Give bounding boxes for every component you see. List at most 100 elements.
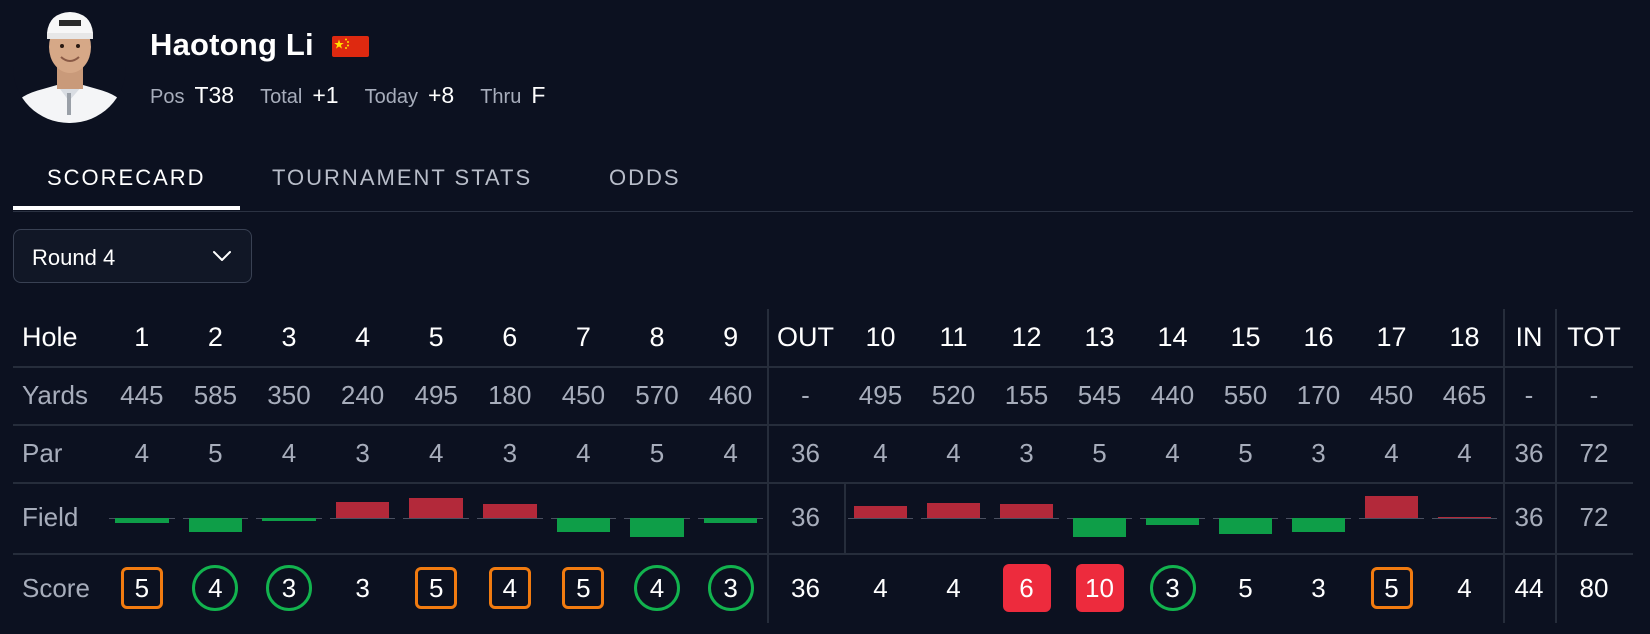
cell-score: 44 [1514, 572, 1544, 603]
player-avatar [13, 9, 126, 123]
score-hole-2: 4 [192, 565, 239, 611]
scorecard-row-score: Score 5 4 3 3 5 4 5 4 3 36 4 4 6 10 3 5 3 5 4 44 80 [13, 553, 1633, 623]
cell-par: 5 [649, 437, 665, 468]
score-hole-7: 5 [562, 567, 605, 609]
column-divider [1555, 309, 1557, 623]
score-hole-5: 5 [415, 567, 458, 609]
cell-yards: 545 [1077, 379, 1122, 410]
cell-par: 3 [355, 437, 370, 468]
cell-par: 36 [791, 437, 820, 468]
cell-hole: 13 [1084, 322, 1115, 352]
score-hole-13: 10 [1075, 564, 1124, 612]
field-bar [927, 503, 980, 518]
cell-hole: 17 [1376, 322, 1407, 352]
cell-par: 3 [1311, 437, 1326, 468]
tab-tournament-stats[interactable]: TOURNAMENT STATS [272, 165, 532, 191]
tab-bar: SCORECARD TOURNAMENT STATS ODDS [13, 158, 1633, 212]
round-select[interactable]: Round 4 [13, 229, 252, 283]
scorecard-row-hole: Hole 1 2 3 4 5 6 7 8 9 OUT 10 11 12 13 14 15 16 17 18 IN TOT [13, 309, 1633, 368]
row-label-score: Score [22, 572, 90, 603]
cell-hole: 9 [723, 322, 739, 352]
field-bar-17 [1355, 482, 1428, 553]
cell-yards: 450 [1369, 379, 1414, 410]
pos-value: T38 [194, 82, 235, 108]
cell-yards: 460 [708, 379, 753, 410]
cell-yards: 445 [120, 379, 164, 410]
cell-score: 4 [1428, 553, 1501, 623]
field-bar-15 [1209, 482, 1282, 553]
player-stats: Pos T38 Total +1 Today +8 Thru F [150, 82, 571, 109]
score-hole-8: 4 [633, 565, 680, 611]
active-tab-indicator [13, 206, 240, 210]
today-label: Today [364, 86, 418, 108]
cell-score: 3 [252, 553, 326, 623]
cell-hole: 6 [502, 322, 518, 352]
cell-hole: 15 [1230, 322, 1261, 352]
thru-value: F [531, 82, 546, 108]
china-flag-icon [332, 36, 369, 57]
field-bar [1365, 496, 1418, 518]
field-bar-11 [917, 482, 990, 553]
row-label-hole: Hole [22, 322, 78, 352]
field-bar [1146, 518, 1199, 525]
field-bar [483, 504, 537, 518]
cell-yards: 570 [635, 379, 679, 410]
cell-par: 5 [1092, 437, 1107, 468]
tab-scorecard[interactable]: SCORECARD [47, 165, 206, 191]
cell-par: 4 [134, 437, 150, 468]
field-bar-8 [620, 482, 694, 553]
cell-par: 4 [1384, 437, 1399, 468]
cell-yards: 465 [1442, 379, 1487, 410]
cell-score: 36 [791, 572, 820, 603]
field-bar-3 [252, 482, 326, 553]
cell-par: 72 [1579, 437, 1609, 468]
cell-field: 36 [791, 502, 820, 532]
cell-par: 4 [946, 437, 961, 468]
cell-hole: 16 [1303, 322, 1334, 352]
cell-hole: 5 [428, 322, 444, 352]
field-axis-line [1359, 518, 1424, 519]
cell-yards: - [1589, 379, 1599, 410]
scorecard-row-par: Par 4 5 4 3 4 3 4 5 4 36 4 4 3 5 4 5 3 4 4 36 72 [13, 424, 1633, 484]
field-bar [115, 518, 169, 524]
cell-score: 5 [547, 553, 621, 623]
cell-yards: 450 [561, 379, 606, 410]
field-bar [262, 518, 316, 521]
column-divider [1503, 309, 1505, 623]
field-bar-5 [399, 482, 473, 553]
score-hole-1: 5 [120, 567, 163, 609]
cell-score: 10 [1063, 553, 1136, 623]
field-axis-line [477, 518, 543, 519]
cell-hole: TOT [1567, 322, 1621, 352]
cell-yards: 585 [193, 379, 238, 410]
score-hole-17: 5 [1370, 567, 1413, 609]
tab-odds[interactable]: ODDS [609, 165, 681, 191]
total-value: +1 [312, 82, 339, 108]
cell-hole: 10 [865, 322, 896, 352]
field-bar-9 [694, 482, 768, 553]
cell-yards: 440 [1150, 379, 1195, 410]
field-bar [854, 505, 907, 518]
cell-hole: 3 [281, 322, 297, 352]
score-hole-11: 4 [946, 572, 961, 603]
score-hole-3: 3 [265, 565, 312, 611]
field-bar [1219, 518, 1272, 535]
cell-hole: OUT [777, 322, 834, 352]
field-bar-13 [1063, 482, 1136, 553]
cell-yards: 550 [1223, 379, 1268, 410]
cell-yards: 180 [488, 379, 532, 410]
cell-par: 4 [428, 437, 444, 468]
score-hole-12: 6 [1002, 564, 1051, 612]
scorecard-row-yards: Yards 445 585 350 240 495 180 450 570 460 - 495 520 1… [13, 366, 1633, 426]
cell-par: 4 [281, 437, 297, 468]
scorecard-row-field: Field 36 36 72 [13, 482, 1633, 555]
cell-score: 3 [1282, 553, 1355, 623]
cell-hole: 14 [1157, 322, 1188, 352]
cell-hole: 18 [1449, 322, 1480, 352]
cell-par: 4 [576, 437, 591, 468]
row-label-yards: Yards [22, 379, 88, 410]
field-axis-line [848, 518, 913, 519]
field-bar-7 [547, 482, 621, 553]
cell-score: 5 [399, 553, 473, 623]
field-bar-10 [844, 482, 917, 553]
